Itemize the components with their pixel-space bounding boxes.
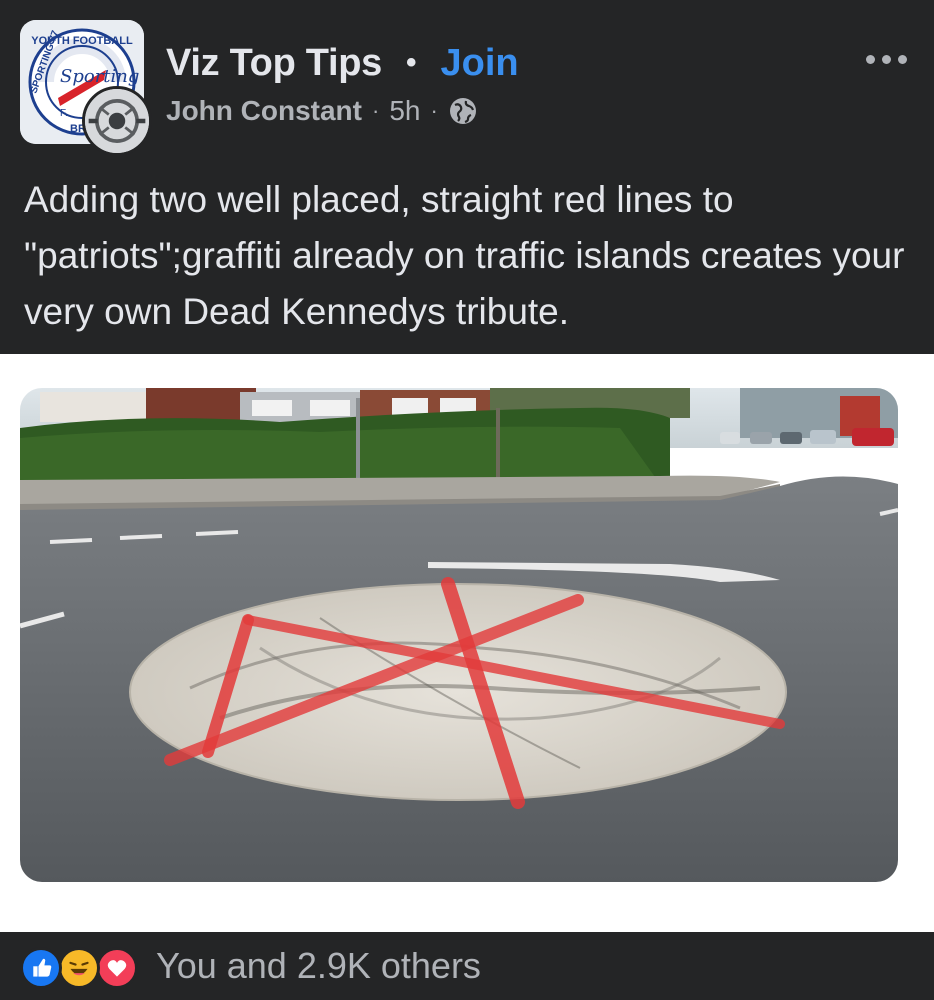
title-row: Viz Top Tips • Join <box>166 40 519 86</box>
post-meta: John Constant · 5h · <box>166 92 478 130</box>
more-options-icon[interactable] <box>858 44 914 74</box>
post-photo[interactable] <box>20 388 898 882</box>
reactions-bar[interactable]: You and 2.9K others <box>0 932 934 1000</box>
author-avatar-image <box>85 89 149 153</box>
post-text: Adding two well placed, straight red lin… <box>24 179 905 332</box>
roundabout-photo <box>20 388 898 882</box>
meta-separator: · <box>372 98 380 123</box>
group-name-link[interactable]: Viz Top Tips <box>166 42 382 85</box>
join-button[interactable]: Join <box>441 42 519 85</box>
post-image-container[interactable] <box>0 354 934 932</box>
logo-letters: F. <box>60 108 68 119</box>
haha-icon <box>58 947 100 989</box>
reaction-icons[interactable] <box>20 941 150 991</box>
love-icon <box>96 947 138 989</box>
post-header: YOUTH FOOTBALL SPORTING 77 BRAIN Sportin… <box>0 0 934 160</box>
meta-separator: · <box>430 98 438 123</box>
post-time-link[interactable]: 5h <box>389 95 420 127</box>
globe-icon[interactable] <box>448 96 478 126</box>
reactions-summary[interactable]: You and 2.9K others <box>156 945 481 987</box>
like-icon <box>20 947 62 989</box>
title-separator: • <box>405 46 417 79</box>
author-name-link[interactable]: John Constant <box>166 95 362 127</box>
author-avatar[interactable] <box>82 86 152 156</box>
logo-script: Sporting <box>60 66 139 87</box>
